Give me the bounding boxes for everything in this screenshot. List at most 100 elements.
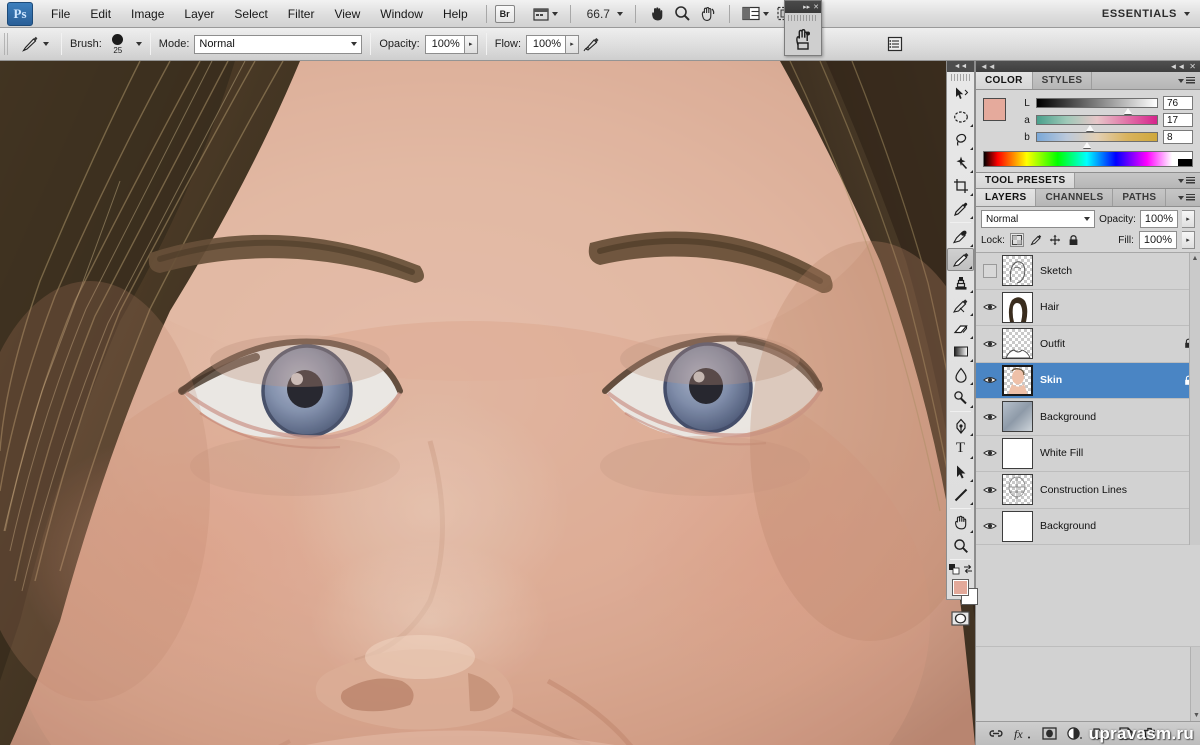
scroll-up-arrow[interactable]: ▲	[1190, 253, 1200, 264]
tab-tool-presets[interactable]: TOOL PRESETS	[976, 173, 1076, 188]
dock-scrollbar[interactable]: ▼	[1190, 647, 1200, 721]
opacity-input[interactable]: 100%	[424, 34, 465, 54]
menu-item-edit[interactable]: Edit	[80, 3, 121, 25]
layer-opacity-input[interactable]: 100%	[1139, 210, 1178, 228]
workspace-switcher[interactable]: ESSENTIALS	[1102, 8, 1190, 20]
crop-tool[interactable]	[947, 174, 974, 197]
lock-all-icon[interactable]	[1067, 233, 1081, 247]
layer-opacity-stepper[interactable]: ▸	[1182, 210, 1195, 228]
brush-tool[interactable]	[947, 248, 974, 271]
table-row[interactable]: Background	[976, 399, 1200, 436]
layers-panel-menu-icon[interactable]	[1178, 194, 1195, 201]
layer-visibility-toggle[interactable]	[978, 412, 1001, 422]
photoshop-logo[interactable]: Ps	[7, 1, 33, 26]
layer-visibility-toggle[interactable]	[978, 263, 1001, 278]
tab-paths[interactable]: PATHS	[1113, 189, 1167, 206]
delete-layer-icon[interactable]	[1143, 727, 1156, 740]
zoom-level-display[interactable]: 66.7	[579, 3, 627, 25]
options-bar-grip[interactable]	[4, 33, 10, 55]
table-row[interactable]: Skin	[976, 362, 1200, 399]
layer-visibility-toggle[interactable]	[978, 339, 1001, 349]
dock-close-icon[interactable]: ✕	[1189, 62, 1196, 71]
fill-input[interactable]: 100%	[1138, 231, 1177, 249]
menu-item-help[interactable]: Help	[433, 3, 478, 25]
elliptical-marquee-tool[interactable]	[947, 105, 974, 128]
layer-visibility-toggle[interactable]	[978, 375, 1001, 385]
table-row[interactable]: Outfit	[976, 326, 1200, 363]
airbrush-icon[interactable]	[579, 33, 605, 55]
menu-item-select[interactable]: Select	[224, 3, 277, 25]
document-canvas[interactable]	[0, 61, 975, 745]
slider-thumb-L[interactable]	[1124, 108, 1133, 114]
zoom-tool[interactable]	[947, 534, 974, 557]
slider-track-a[interactable]	[1036, 115, 1158, 131]
add-layer-mask-icon[interactable]	[1042, 727, 1057, 740]
tab-channels[interactable]: CHANNELS	[1036, 189, 1114, 206]
tab-styles[interactable]: STYLES	[1032, 72, 1093, 89]
hand-tool-icon[interactable]	[644, 3, 670, 25]
opacity-stepper[interactable]: ▸	[464, 34, 478, 54]
slider-value-a[interactable]: 17	[1163, 113, 1193, 127]
menu-item-image[interactable]: Image	[121, 3, 174, 25]
table-row[interactable]: Background	[976, 509, 1200, 545]
flow-input[interactable]: 100%	[526, 34, 567, 54]
slider-track-b[interactable]	[1036, 132, 1158, 148]
layer-style-fx-icon[interactable]: fx	[1014, 727, 1032, 740]
color-panel-swatches[interactable]	[983, 98, 1017, 132]
blend-mode-select[interactable]: Normal	[194, 34, 363, 54]
table-row[interactable]: Construction Lines	[976, 472, 1200, 509]
scroll-down-arrow[interactable]: ▼	[1191, 710, 1200, 721]
layer-visibility-toggle[interactable]	[978, 302, 1001, 312]
blur-tool[interactable]	[947, 363, 974, 386]
slider-value-b[interactable]: 8	[1163, 130, 1193, 144]
healing-brush-tool[interactable]	[947, 225, 974, 248]
zoom-tool-icon[interactable]	[670, 3, 695, 25]
layer-visibility-toggle[interactable]	[978, 448, 1001, 458]
layer-thumbnail[interactable]	[1002, 364, 1033, 396]
quick-mask-icon[interactable]	[947, 608, 974, 628]
move-tool[interactable]	[947, 82, 974, 105]
slider-thumb-a[interactable]	[1085, 125, 1094, 131]
layer-thumbnail[interactable]	[1002, 510, 1033, 542]
dock-expand-icon[interactable]: ◄◄	[1169, 62, 1185, 71]
menu-item-layer[interactable]: Layer	[174, 3, 224, 25]
lock-image-pixels-icon[interactable]	[1029, 233, 1043, 247]
new-adjustment-layer-icon[interactable]	[1067, 727, 1083, 740]
arrange-documents-icon[interactable]	[738, 3, 773, 25]
spectrum-white-black[interactable]	[1178, 152, 1192, 166]
layers-scrollbar[interactable]: ▲	[1189, 253, 1200, 545]
lock-position-icon[interactable]	[1048, 233, 1062, 247]
lasso-tool[interactable]	[947, 128, 974, 151]
quick-selection-tool[interactable]	[947, 151, 974, 174]
rotate-view-tool-icon[interactable]	[695, 3, 721, 25]
layer-thumbnail[interactable]	[1002, 291, 1033, 323]
menu-item-window[interactable]: Window	[370, 3, 433, 25]
history-brush-tool[interactable]	[947, 294, 974, 317]
fill-stepper[interactable]: ▸	[1182, 231, 1195, 249]
color-spectrum-ramp[interactable]	[983, 151, 1193, 167]
color-panel-menu-icon[interactable]	[1178, 77, 1195, 84]
new-layer-icon[interactable]	[1119, 727, 1133, 740]
link-layers-icon[interactable]	[988, 728, 1004, 739]
gradient-tool[interactable]	[947, 340, 974, 363]
slider-thumb-b[interactable]	[1083, 142, 1092, 148]
layer-blend-mode-select[interactable]: Normal	[981, 210, 1096, 228]
brush-tool-icon[interactable]	[16, 33, 53, 55]
color-panel-foreground-swatch[interactable]	[983, 98, 1006, 121]
toolbar-color-swatches[interactable]	[951, 578, 978, 608]
panel-list-icon[interactable]	[884, 33, 906, 55]
view-extras-icon[interactable]	[529, 3, 562, 25]
slider-value-L[interactable]: 76	[1163, 96, 1193, 110]
close-icon[interactable]: ✕	[813, 3, 819, 11]
brush-preset-picker[interactable]: 25	[107, 33, 129, 55]
layer-visibility-toggle[interactable]	[978, 521, 1001, 531]
menu-item-file[interactable]: File	[41, 3, 80, 25]
spectrum-gradient[interactable]	[984, 152, 1178, 166]
layer-thumbnail[interactable]	[1002, 401, 1033, 433]
tab-color[interactable]: COLOR	[976, 72, 1033, 89]
slider-track-L[interactable]	[1036, 98, 1158, 114]
tools-panel-collapse[interactable]: ◄◄	[947, 61, 974, 72]
puppet-warp-icon[interactable]	[785, 21, 821, 57]
flow-stepper[interactable]: ▸	[566, 34, 580, 54]
bridge-icon[interactable]: Br	[494, 4, 515, 23]
